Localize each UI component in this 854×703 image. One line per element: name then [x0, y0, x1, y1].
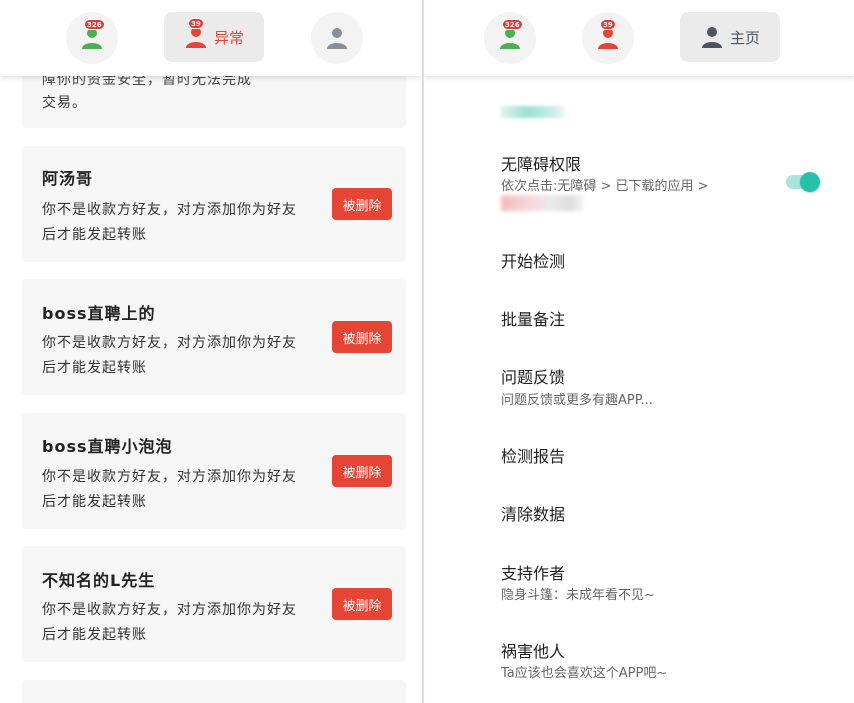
right-pane: 无障碍权限 依次点击:无障碍 > 已下载的应用 > 开始检测 批量备注 问题反馈… — [424, 0, 854, 703]
person-icon — [325, 26, 349, 50]
card-message-line: 后才能发起转账 — [42, 360, 147, 376]
person-icon: 326 — [80, 19, 105, 50]
menu-item-title: 问题反馈 — [501, 368, 566, 387]
menu-item-title: 支持作者 — [501, 564, 566, 583]
blurred-header-text — [501, 106, 565, 118]
tab-normal[interactable]: 326 — [484, 12, 536, 64]
card-message-line: 你不是收款方好友，对方添加你为好友 — [42, 602, 297, 618]
tab-normal[interactable]: 326 — [66, 12, 118, 64]
count-badge: 39 — [187, 18, 204, 29]
deleted-status-badge[interactable]: 被删除 — [332, 188, 392, 220]
deleted-status-badge[interactable]: 被删除 — [332, 588, 392, 620]
list-item[interactable]: boss直聘上的 你不是收款方好友，对方添加你为好友 后才能发起转账 被删除 — [22, 279, 406, 395]
tab-home[interactable]: 主页 — [680, 12, 780, 62]
blurred-app-name — [501, 195, 583, 211]
contact-name: boss直聘上的 — [42, 304, 156, 323]
tab-label: 异常 — [213, 28, 244, 47]
left-pane: 障你的资金安全，暂时无法完成 交易。 阿汤哥 你不是收款方好友，对方添加你为好友… — [0, 0, 422, 703]
list-item[interactable]: 阿汤哥 你不是收款方好友，对方添加你为好友 后才能发起转账 被删除 — [22, 146, 406, 262]
toggle-knob — [800, 172, 820, 192]
count-badge: 326 — [502, 19, 523, 30]
menu-item-batch-remark[interactable]: 批量备注 — [501, 306, 565, 330]
count-badge: 326 — [84, 19, 105, 30]
person-icon: 326 — [498, 19, 523, 50]
menu-item-subtitle: 依次点击:无障碍 > 已下载的应用 > — [501, 179, 709, 194]
count-badge: 39 — [600, 19, 616, 30]
menu-item-subtitle: Ta应该也会喜欢这个APP吧~ — [501, 666, 668, 681]
accessibility-toggle[interactable] — [786, 172, 820, 192]
card-message-line: 后才能发起转账 — [42, 494, 147, 510]
tab-abnormal[interactable]: 39 异常 — [164, 12, 264, 62]
bottom-nav-bar: 326 39 主页 — [424, 0, 854, 76]
menu-item-subtitle: 问题反馈或更多有趣APP... — [501, 393, 653, 408]
contact-name: 阿汤哥 — [42, 169, 94, 188]
contact-name: boss直聘小泡泡 — [42, 437, 173, 456]
menu-item-start-detection[interactable]: 开始检测 — [501, 248, 565, 272]
deleted-status-badge[interactable]: 被删除 — [332, 321, 392, 353]
bottom-nav-bar: 326 39 异常 — [0, 0, 422, 76]
menu-item-subtitle: 隐身斗篷：未成年看不见~ — [501, 588, 655, 603]
menu-item-clear-data[interactable]: 清除数据 — [501, 501, 565, 525]
menu-item-title: 无障碍权限 — [501, 155, 582, 174]
card-message-line: 后才能发起转账 — [42, 227, 147, 243]
menu-item-title: 祸害他人 — [501, 642, 566, 661]
contact-name: 不知名的L先生 — [42, 571, 156, 590]
card-message-line: 你不是收款方好友，对方添加你为好友 — [42, 335, 297, 351]
tab-home[interactable] — [311, 12, 363, 64]
list-item[interactable]: 不知名的L先生 你不是收款方好友，对方添加你为好友 后才能发起转账 被删除 — [22, 546, 406, 662]
list-item[interactable]: boss直聘小泡泡 你不是收款方好友，对方添加你为好友 后才能发起转账 被删除 — [22, 413, 406, 529]
tab-abnormal[interactable]: 39 — [582, 12, 634, 64]
person-icon: 39 — [596, 19, 620, 50]
menu-item-detection-report[interactable]: 检测报告 — [501, 443, 565, 467]
tab-label: 主页 — [729, 28, 760, 47]
card-message-line: 你不是收款方好友，对方添加你为好友 — [42, 469, 297, 485]
deleted-status-badge[interactable]: 被删除 — [332, 455, 392, 487]
person-icon — [700, 25, 724, 49]
screen: 障你的资金安全，暂时无法完成 交易。 阿汤哥 你不是收款方好友，对方添加你为好友… — [0, 0, 854, 703]
card-message-line: 后才能发起转账 — [42, 627, 147, 643]
list-item — [22, 680, 406, 703]
person-icon: 39 — [184, 18, 208, 49]
card-message-line: 你不是收款方好友，对方添加你为好友 — [42, 202, 297, 218]
card-message-line: 交易。 — [42, 95, 87, 111]
